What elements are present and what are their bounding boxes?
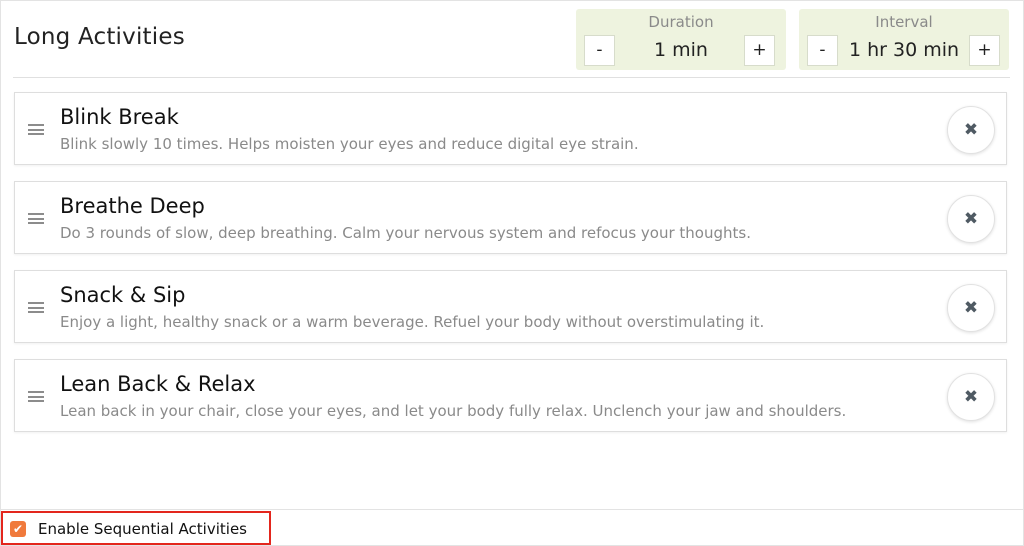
remove-activity-button[interactable]: ✖ xyxy=(947,106,995,154)
activity-name: Lean Back & Relax xyxy=(60,372,256,396)
footer-divider xyxy=(0,509,1024,510)
activity-name: Blink Break xyxy=(60,105,179,129)
page-title: Long Activities xyxy=(14,24,185,50)
duration-label: Duration xyxy=(648,13,714,31)
activity-card[interactable]: Blink Break Blink slowly 10 times. Helps… xyxy=(14,92,1007,165)
duration-control: Duration - 1 min + xyxy=(576,9,786,70)
remove-activity-button[interactable]: ✖ xyxy=(947,195,995,243)
sequential-activities-option[interactable]: ✔ Enable Sequential Activities xyxy=(1,511,271,545)
interval-label: Interval xyxy=(875,13,933,31)
activity-name: Snack & Sip xyxy=(60,283,186,307)
interval-control: Interval - 1 hr 30 min + xyxy=(799,9,1009,70)
activity-name: Breathe Deep xyxy=(60,194,205,218)
remove-activity-button[interactable]: ✖ xyxy=(947,284,995,332)
activity-card[interactable]: Breathe Deep Do 3 rounds of slow, deep b… xyxy=(14,181,1007,254)
activity-description: Enjoy a light, healthy snack or a warm b… xyxy=(60,313,765,331)
interval-value: 1 hr 30 min xyxy=(848,39,960,61)
remove-activity-button[interactable]: ✖ xyxy=(947,373,995,421)
drag-handle-icon[interactable] xyxy=(28,213,44,224)
duration-decrease-button[interactable]: - xyxy=(584,35,615,66)
duration-increase-button[interactable]: + xyxy=(744,35,775,66)
sequential-label[interactable]: Enable Sequential Activities xyxy=(38,520,247,538)
activity-description: Lean back in your chair, close your eyes… xyxy=(60,402,847,420)
interval-decrease-button[interactable]: - xyxy=(807,35,838,66)
activity-card[interactable]: Lean Back & Relax Lean back in your chai… xyxy=(14,359,1007,432)
drag-handle-icon[interactable] xyxy=(28,124,44,135)
duration-value: 1 min xyxy=(654,39,708,61)
drag-handle-icon[interactable] xyxy=(28,302,44,313)
activity-card[interactable]: Snack & Sip Enjoy a light, healthy snack… xyxy=(14,270,1007,343)
activity-description: Do 3 rounds of slow, deep breathing. Cal… xyxy=(60,224,751,242)
header-divider xyxy=(13,77,1010,78)
drag-handle-icon[interactable] xyxy=(28,391,44,402)
activity-description: Blink slowly 10 times. Helps moisten you… xyxy=(60,135,639,153)
interval-increase-button[interactable]: + xyxy=(969,35,1000,66)
sequential-checkbox[interactable]: ✔ xyxy=(10,521,26,537)
